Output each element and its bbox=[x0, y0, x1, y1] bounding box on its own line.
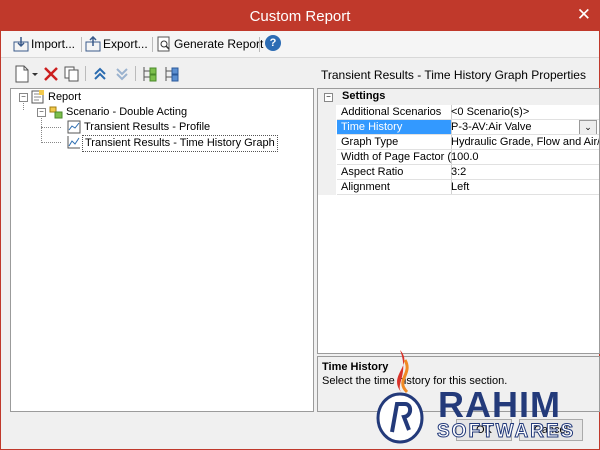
watermark-name: RAHIM bbox=[438, 384, 561, 425]
property-value[interactable]: Left bbox=[448, 180, 599, 195]
import-button[interactable]: Import... bbox=[13, 34, 79, 54]
property-value-text: P-3-AV:Air Valve bbox=[451, 121, 532, 133]
tree-connector bbox=[41, 127, 61, 128]
dropdown-button[interactable]: ⌄ bbox=[579, 120, 597, 134]
custom-report-window: Custom Report ✕ Import... Export... Gene… bbox=[0, 0, 600, 450]
property-row-selected[interactable]: Time History P-3-AV:Air Valve ⌄ bbox=[318, 120, 599, 135]
profile-graph-icon bbox=[67, 120, 81, 134]
property-name: Additional Scenarios bbox=[337, 105, 452, 120]
export-icon bbox=[85, 36, 101, 52]
property-name: Width of Page Factor (%) bbox=[337, 150, 452, 165]
help-icon[interactable]: ? bbox=[265, 35, 281, 51]
toolbar-separator bbox=[85, 66, 86, 81]
tree-connector bbox=[41, 116, 42, 143]
generate-report-icon bbox=[157, 36, 170, 52]
expand-toggle[interactable]: − bbox=[19, 93, 28, 102]
property-row[interactable]: Additional Scenarios <0 Scenario(s)> bbox=[318, 105, 599, 120]
collapse-all-icon[interactable] bbox=[163, 65, 181, 83]
property-row[interactable]: Graph Type Hydraulic Grade, Flow and Air… bbox=[318, 135, 599, 150]
tree-node-label: Report bbox=[48, 91, 82, 103]
generate-report-label: Generate Report bbox=[174, 37, 264, 51]
watermark-logo bbox=[376, 350, 424, 444]
report-tree[interactable]: − Report − Scenario - Double Acting Tran… bbox=[10, 88, 314, 412]
property-name: Graph Type bbox=[337, 135, 452, 150]
property-name: Aspect Ratio bbox=[337, 165, 452, 180]
property-row[interactable]: Alignment Left bbox=[318, 180, 599, 195]
category-label: Settings bbox=[342, 90, 386, 102]
close-button[interactable]: ✕ bbox=[577, 5, 591, 25]
property-row[interactable]: Aspect Ratio 3:2 bbox=[318, 165, 599, 180]
title-bar: Custom Report ✕ bbox=[1, 1, 599, 31]
property-value[interactable]: P-3-AV:Air Valve ⌄ bbox=[448, 120, 599, 135]
collapse-toggle[interactable]: − bbox=[324, 93, 333, 102]
property-value[interactable]: Hydraulic Grade, Flow and Air/V bbox=[448, 135, 599, 150]
property-value[interactable]: 100.0 bbox=[448, 150, 599, 165]
toolbar-separator bbox=[81, 37, 82, 52]
property-value[interactable]: 3:2 bbox=[448, 165, 599, 180]
watermark-subtitle: SOFTWARES bbox=[436, 421, 576, 443]
toolbar-separator bbox=[259, 37, 260, 52]
new-item-icon[interactable] bbox=[13, 65, 31, 83]
report-icon bbox=[31, 90, 44, 104]
property-category[interactable]: − Settings bbox=[318, 89, 599, 105]
move-down-icon[interactable] bbox=[113, 65, 131, 83]
export-label: Export... bbox=[103, 37, 148, 51]
delete-icon[interactable] bbox=[42, 65, 60, 83]
tree-node-label: Scenario - Double Acting bbox=[66, 106, 188, 118]
main-toolbar: Import... Export... Generate Report bbox=[1, 31, 599, 58]
toolbar-separator bbox=[152, 37, 153, 52]
new-item-dropdown-icon[interactable] bbox=[31, 65, 39, 83]
scenario-icon bbox=[49, 106, 63, 119]
property-name: Alignment bbox=[337, 180, 452, 195]
tree-node-label: Transient Results - Profile bbox=[84, 121, 211, 133]
export-button[interactable]: Export... bbox=[85, 34, 149, 54]
property-grid[interactable]: − Settings Additional Scenarios <0 Scena… bbox=[317, 88, 600, 354]
tree-toolbar bbox=[11, 61, 311, 87]
properties-title: Transient Results - Time History Graph P… bbox=[321, 68, 586, 82]
tree-connector bbox=[23, 101, 24, 110]
window-title: Custom Report bbox=[249, 8, 351, 25]
toolbar-separator bbox=[135, 66, 136, 81]
property-name: Time History bbox=[337, 120, 452, 135]
import-icon bbox=[13, 37, 29, 52]
expand-all-icon[interactable] bbox=[141, 65, 159, 83]
tree-node-label: Transient Results - Time History Graph bbox=[82, 135, 278, 152]
copy-icon[interactable] bbox=[63, 65, 81, 83]
property-row[interactable]: Width of Page Factor (%) 100.0 bbox=[318, 150, 599, 165]
property-value[interactable]: <0 Scenario(s)> bbox=[448, 105, 599, 120]
time-history-graph-icon bbox=[67, 136, 80, 149]
tree-connector bbox=[41, 142, 61, 143]
generate-report-button[interactable]: Generate Report bbox=[156, 34, 263, 54]
move-up-icon[interactable] bbox=[91, 65, 109, 83]
import-label: Import... bbox=[31, 37, 76, 51]
expand-toggle[interactable]: − bbox=[37, 108, 46, 117]
